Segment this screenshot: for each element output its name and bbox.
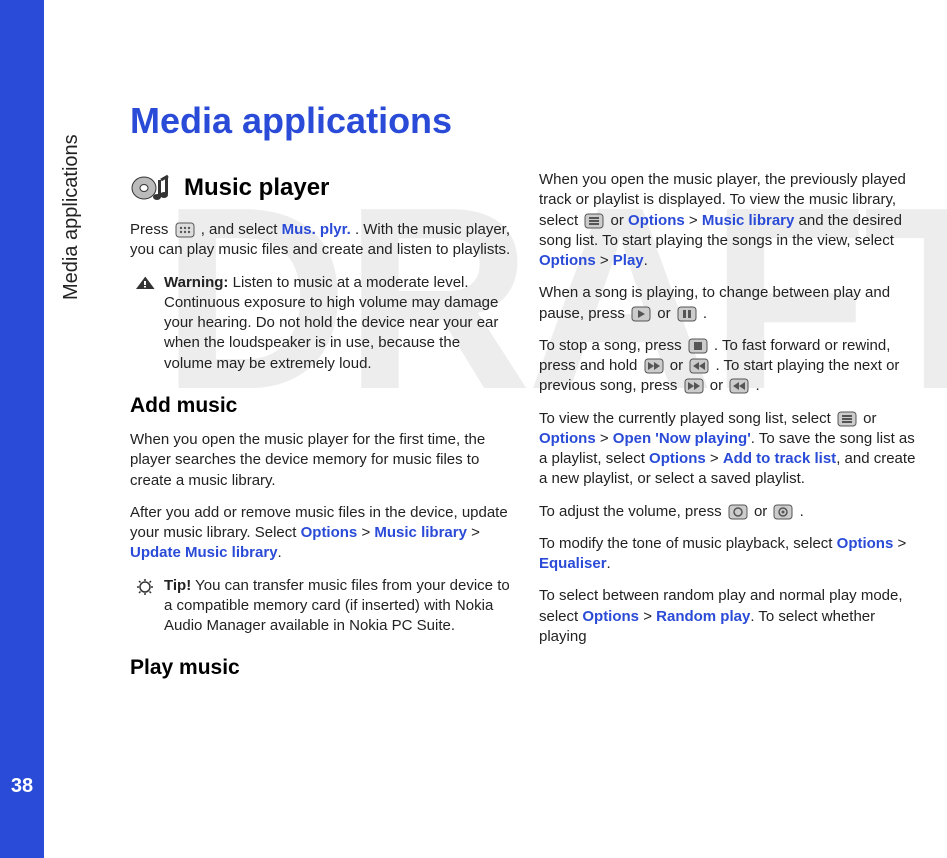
volume-up-key-icon <box>728 504 748 520</box>
tip-block: Tip! You can transfer music files from y… <box>130 576 511 637</box>
play-music-p3: To stop a song, press . To fast forward … <box>539 336 920 397</box>
text: To adjust the volume, press <box>539 503 726 520</box>
text: > <box>706 450 723 467</box>
add-music-heading: Add music <box>130 392 511 420</box>
tip-label: Tip! <box>164 577 191 594</box>
random-play-link: Random play <box>656 608 750 625</box>
add-to-track-list-link: Add to track list <box>723 450 836 467</box>
text: To stop a song, press <box>539 337 686 354</box>
text: To view the currently played song list, … <box>539 410 835 427</box>
play-music-heading: Play music <box>130 654 511 682</box>
tip-body: Tip! You can transfer music files from y… <box>164 576 511 637</box>
options-link: Options <box>539 252 596 269</box>
text: . <box>800 503 804 520</box>
rewind-key-icon <box>689 358 709 374</box>
side-bar: 38 <box>0 0 44 858</box>
music-player-header: Music player <box>130 170 511 206</box>
list-key-icon <box>837 411 857 427</box>
pause-key-icon <box>677 306 697 322</box>
equaliser-link: Equaliser <box>539 555 607 572</box>
text: > <box>596 430 613 447</box>
page-title: Media applications <box>130 100 920 142</box>
mus-plyr-link: Mus. plyr. <box>282 221 351 238</box>
rewind-key-icon <box>729 378 749 394</box>
forward-key-icon <box>644 358 664 374</box>
play-music-p1: When you open the music player, the prev… <box>539 170 920 271</box>
warning-block: Warning: Listen to music at a moderate l… <box>130 273 511 374</box>
text: . <box>278 544 282 561</box>
play-music-p6: To modify the tone of music playback, se… <box>539 534 920 575</box>
text: > <box>467 524 480 541</box>
options-link: Options <box>649 450 706 467</box>
menu-key-icon <box>175 222 195 238</box>
side-section-label: Media applications <box>60 134 83 300</box>
play-music-p7: To select between random play and normal… <box>539 586 920 647</box>
text: > <box>639 608 656 625</box>
play-music-p4: To view the currently played song list, … <box>539 409 920 490</box>
warning-body: Warning: Listen to music at a moderate l… <box>164 273 511 374</box>
text: > <box>357 524 374 541</box>
forward-key-icon <box>684 378 704 394</box>
text: Press <box>130 221 173 238</box>
stop-key-icon <box>688 338 708 354</box>
tip-icon <box>134 578 156 596</box>
options-link: Options <box>837 535 894 552</box>
page-number: 38 <box>0 775 44 798</box>
play-music-p2: When a song is playing, to change betwee… <box>539 283 920 324</box>
text: . <box>703 305 707 322</box>
library-key-icon <box>584 213 604 229</box>
play-key-icon <box>631 306 651 322</box>
text: To modify the tone of music playback, se… <box>539 535 837 552</box>
text: or <box>657 305 675 322</box>
options-link: Options <box>301 524 358 541</box>
update-music-library-link: Update Music library <box>130 544 278 561</box>
text: You can transfer music files from your d… <box>164 577 510 635</box>
text: , and select <box>201 221 282 238</box>
play-link: Play <box>613 252 644 269</box>
text: . <box>607 555 611 572</box>
content-columns: Music player Press , and select Mus. ply… <box>130 170 920 730</box>
text: or <box>670 357 688 374</box>
text: or <box>863 410 876 427</box>
add-music-p1: When you open the music player for the f… <box>130 430 511 491</box>
volume-down-key-icon <box>773 504 793 520</box>
warning-icon <box>134 275 156 293</box>
text: or <box>611 212 629 229</box>
add-music-p2: After you add or remove music files in t… <box>130 503 511 564</box>
options-link: Options <box>539 430 596 447</box>
music-player-intro: Press , and select Mus. plyr. . With the… <box>130 220 511 261</box>
music-player-heading: Music player <box>184 172 329 204</box>
music-library-link: Music library <box>702 212 795 229</box>
text: or <box>754 503 772 520</box>
options-link: Options <box>628 212 685 229</box>
text: . <box>644 252 648 269</box>
music-player-icon <box>130 170 174 206</box>
text: When a song is playing, to change betwee… <box>539 284 890 321</box>
options-link: Options <box>582 608 639 625</box>
play-music-p5: To adjust the volume, press or . <box>539 502 920 522</box>
text: > <box>893 535 906 552</box>
music-library-link: Music library <box>374 524 467 541</box>
text: > <box>596 252 613 269</box>
text: . <box>755 377 759 394</box>
text: or <box>710 377 728 394</box>
page-content: Media applications Music player Press <box>130 100 920 730</box>
text: > <box>685 212 702 229</box>
open-now-playing-link: Open 'Now playing' <box>613 430 751 447</box>
warning-label: Warning: <box>164 274 228 291</box>
